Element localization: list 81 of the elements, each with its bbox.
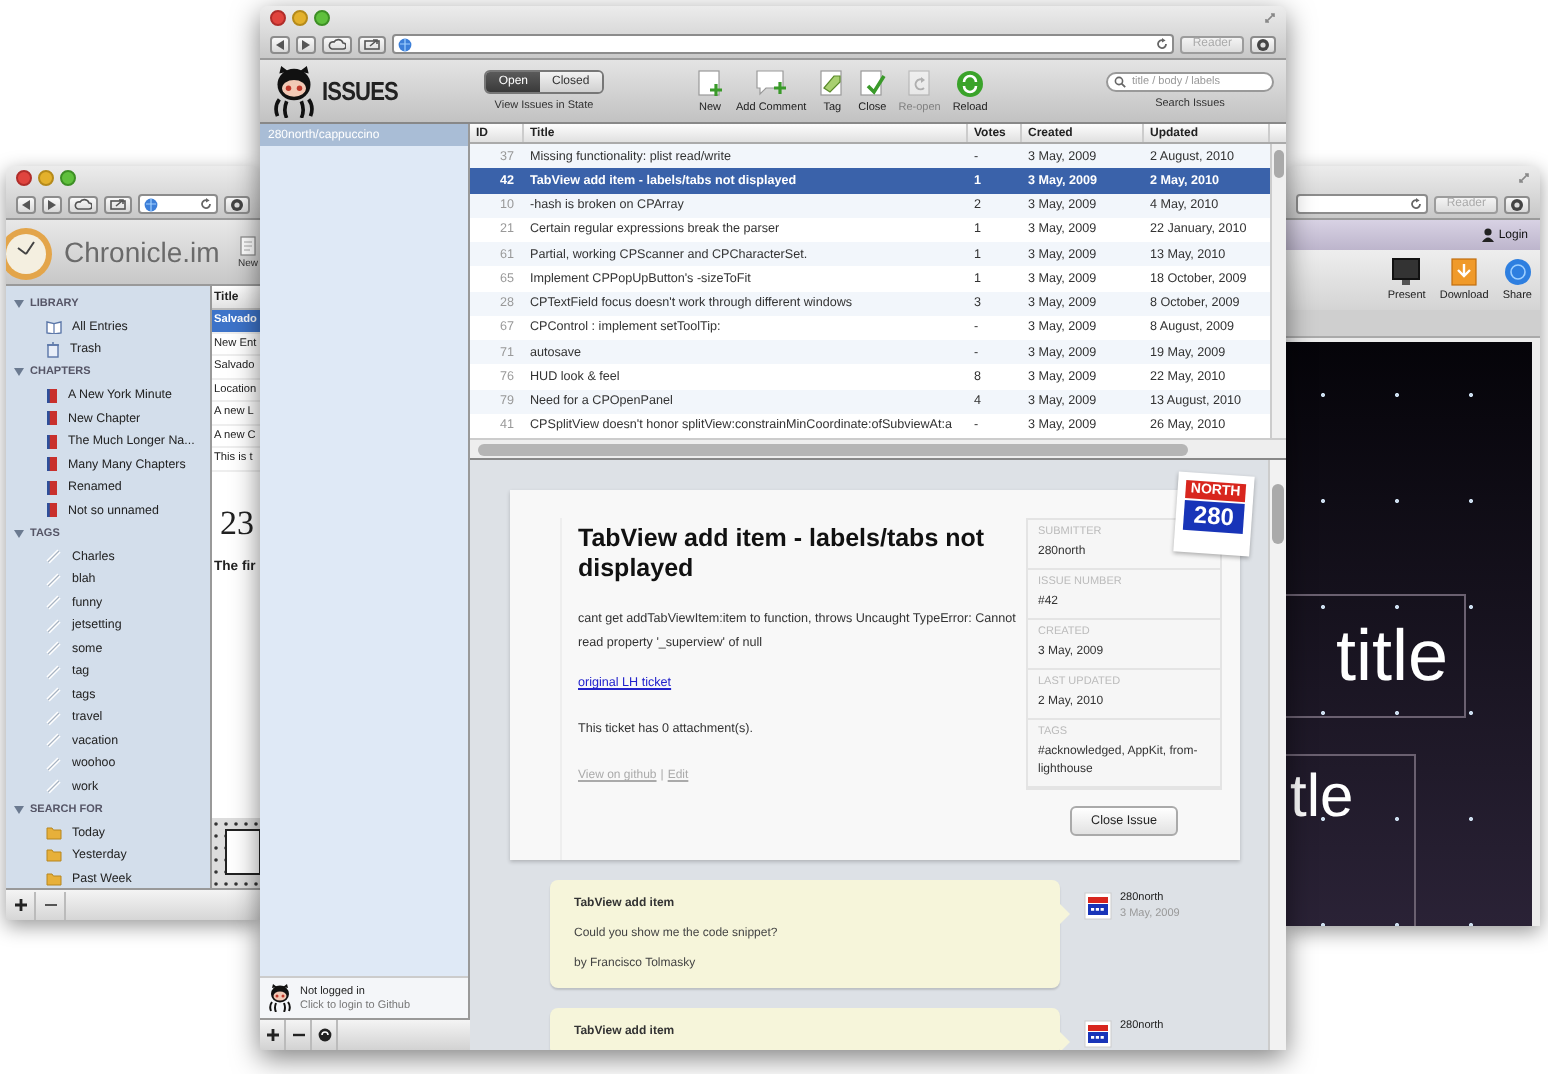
slide-subtitle: tle <box>1290 764 1356 830</box>
forward-arrow-icon <box>48 199 56 209</box>
share-button[interactable] <box>104 195 132 213</box>
app-logo-text: ISSUES <box>322 76 398 106</box>
back-button[interactable] <box>16 195 36 213</box>
minus-icon <box>291 1028 305 1042</box>
cloud-button[interactable] <box>68 195 98 213</box>
minimize-button[interactable] <box>292 10 308 26</box>
cloud-icon <box>328 38 346 50</box>
share-icon <box>364 38 380 50</box>
disclosure-triangle-icon <box>14 805 24 814</box>
badge-number: 280 <box>1182 499 1245 535</box>
app-logo-text: Chronicle.im <box>64 236 220 268</box>
minimize-button[interactable] <box>38 170 54 186</box>
settings-icon <box>230 197 244 211</box>
cloud-button[interactable] <box>322 35 352 53</box>
close-button[interactable] <box>16 170 32 186</box>
logo-avatar-icon <box>1084 1020 1112 1048</box>
checkmark-icon <box>858 69 887 97</box>
settings-button[interactable] <box>1504 195 1530 213</box>
address-field[interactable] <box>1296 194 1429 214</box>
forward-arrow-icon <box>302 39 310 49</box>
issue-title: TabView add item - labels/tabs not displayed <box>578 524 987 584</box>
plus-icon <box>265 1028 279 1042</box>
forward-button[interactable] <box>42 195 62 213</box>
settings-icon <box>1256 37 1270 51</box>
settings-button[interactable] <box>224 195 250 213</box>
entry-date: 23 <box>220 503 256 543</box>
new-document-icon <box>696 69 724 97</box>
download-icon <box>1450 258 1479 286</box>
zoom-button[interactable] <box>60 170 76 186</box>
forward-button[interactable] <box>296 35 316 53</box>
logo-avatar-icon <box>1084 892 1112 920</box>
trash-icon <box>46 341 60 358</box>
horizontal-scrollbar[interactable] <box>470 438 1286 458</box>
zoom-button[interactable] <box>314 10 330 26</box>
book-icon <box>46 456 58 473</box>
disclosure-triangle-icon <box>14 368 24 377</box>
address-field[interactable] <box>392 34 1175 54</box>
back-arrow-icon <box>276 39 284 49</box>
clock-logo-icon <box>6 222 58 282</box>
resize-icon <box>1518 172 1530 184</box>
monitor-icon <box>1392 258 1421 286</box>
refresh-icon <box>317 1028 331 1042</box>
settings-icon <box>1510 197 1524 211</box>
disclosure-triangle-icon <box>14 529 24 538</box>
book-icon <box>46 319 62 334</box>
reload-icon <box>1410 198 1423 210</box>
cloud-icon <box>74 198 92 210</box>
plus-icon <box>13 898 27 912</box>
address-field[interactable] <box>138 194 218 214</box>
close-button[interactable] <box>270 10 286 26</box>
book-icon <box>46 502 58 519</box>
mascot-logo-icon <box>272 65 316 117</box>
book-icon <box>46 479 58 496</box>
back-button[interactable] <box>270 35 290 53</box>
globe-icon <box>144 197 158 211</box>
book-icon <box>46 433 58 450</box>
share-icon <box>110 198 126 210</box>
reload-icon <box>200 198 212 210</box>
search-icon <box>1114 76 1126 88</box>
slide-title: title <box>1335 616 1448 696</box>
book-icon <box>46 410 58 427</box>
share-button[interactable] <box>358 35 386 53</box>
speech-bubble-icon <box>755 69 788 97</box>
person-icon <box>1482 228 1495 242</box>
document-icon <box>239 235 256 255</box>
globe-icon <box>1503 258 1532 286</box>
globe-icon <box>398 37 412 51</box>
settings-button[interactable] <box>1250 35 1276 53</box>
reopen-icon <box>905 69 934 97</box>
vertical-scrollbar[interactable] <box>1268 460 1286 1050</box>
disclosure-triangle-icon <box>14 299 24 308</box>
resize-icon <box>1264 12 1276 24</box>
minus-icon <box>43 898 57 912</box>
avatar-icon <box>268 984 292 1012</box>
vertical-scrollbar[interactable] <box>1270 144 1286 438</box>
reload-icon <box>1156 38 1169 50</box>
back-arrow-icon <box>22 199 30 209</box>
reload-icon <box>956 69 985 97</box>
book-icon <box>46 387 58 404</box>
